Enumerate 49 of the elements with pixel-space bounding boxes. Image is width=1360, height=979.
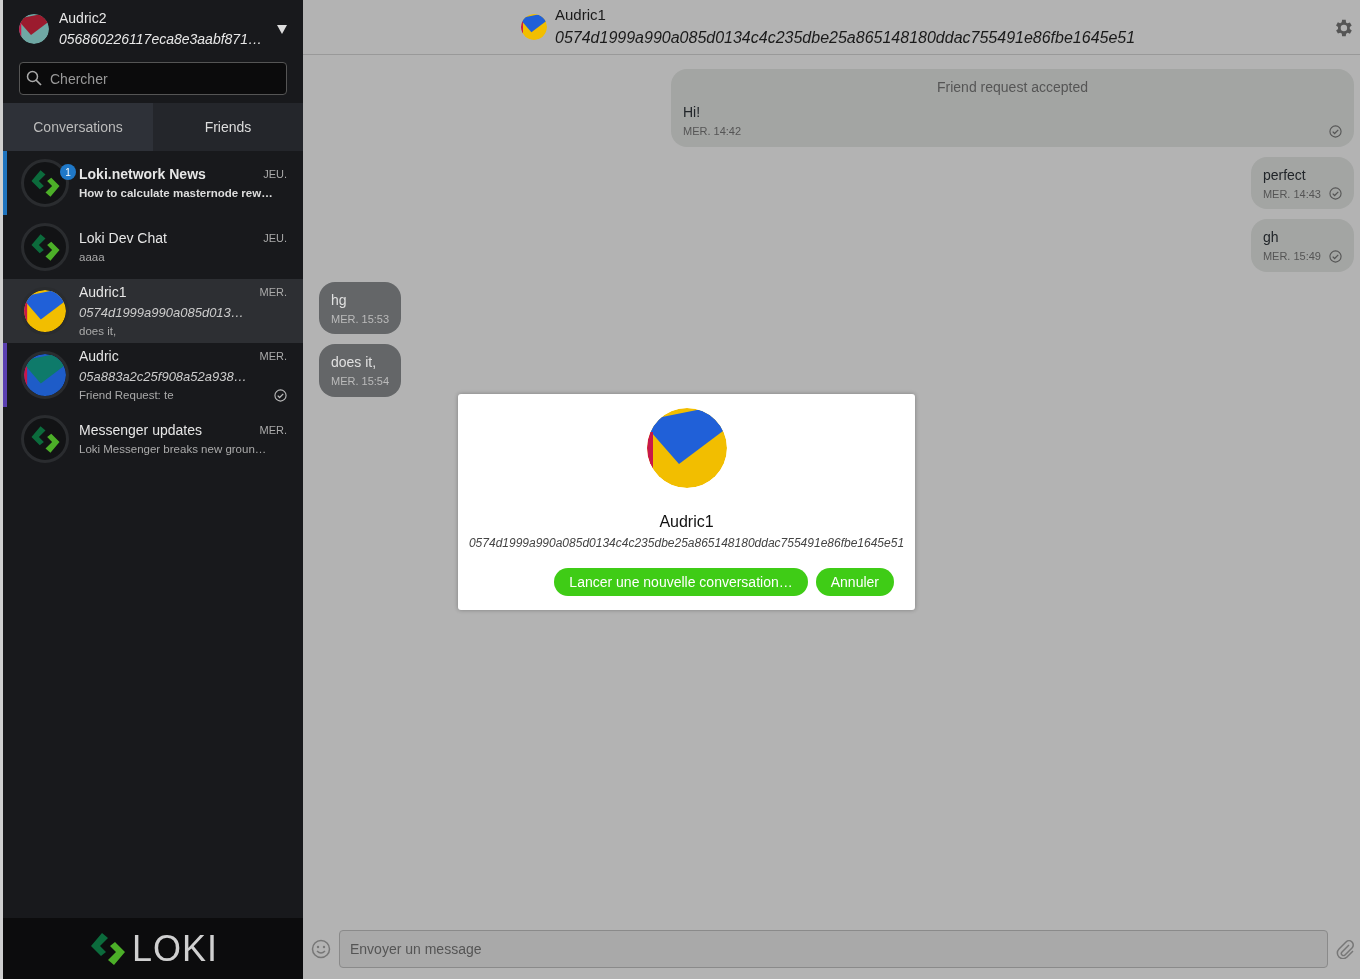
message-text: perfect	[1262, 165, 1307, 185]
contact-key: 05a883a2c25f908a52a938…	[79, 367, 287, 387]
message-field[interactable]: Envoyer un message	[339, 930, 1328, 968]
message-text: hg	[331, 290, 348, 310]
chat-title: Audric1	[555, 4, 607, 25]
timestamp: MER. 15:49	[1262, 249, 1321, 264]
contact-name: Audric	[79, 347, 119, 367]
message-preview: How to calculate masternode rew…	[79, 185, 273, 201]
unread-badge: 1	[60, 164, 76, 180]
paperclip-icon[interactable]	[1336, 939, 1354, 959]
timestamp: MER.	[259, 285, 287, 301]
system-notice: Friend request accepted	[936, 78, 1089, 97]
avatar-icon	[19, 14, 49, 44]
message-text: does it,	[331, 353, 378, 372]
timestamp: MER. 15:53	[331, 311, 390, 327]
emoji-icon[interactable]	[311, 939, 331, 959]
contact-name: Messenger updates	[79, 420, 202, 440]
timestamp: MER.	[259, 349, 287, 365]
message-preview: aaaa	[79, 249, 105, 265]
brand-name: LOKI	[131, 926, 218, 971]
avatar-icon	[24, 354, 66, 396]
message-text: Hi!	[683, 103, 702, 122]
message-preview: Friend Request: te	[79, 387, 174, 403]
message-text: gh	[1262, 228, 1280, 247]
timestamp: MER. 15:54	[331, 374, 390, 389]
contact-name: Loki.network News	[79, 164, 206, 184]
avatar-icon	[24, 290, 66, 332]
avatar-icon	[521, 14, 547, 40]
message-preview: Loki Messenger breaks new groun…	[79, 441, 267, 457]
contact-key: 0574d1999a990a085d0134c4c235dbe25a865148180ddac755491e86fbe1645e51	[468, 534, 905, 552]
conversation-item[interactable]: Messenger updates MER. Loki Messenger breaks new groun…	[3, 407, 303, 471]
message-preview: does it,	[79, 323, 117, 339]
chat-key: 0574d1999a990a085d0134c4c235dbe25a865148180ddac755491e86fbe1645e51	[555, 26, 1136, 51]
tab[interactable]: Conversations	[3, 103, 153, 151]
dropdown-caret-icon[interactable]	[277, 24, 287, 34]
timestamp: JEU.	[263, 231, 287, 247]
contact-key: 0574d1999a990a085d013…	[79, 303, 287, 323]
contact-name: Audric1	[659, 512, 714, 532]
timestamp: JEU.	[263, 167, 287, 183]
timestamp: MER. 14:43	[1262, 186, 1321, 202]
profile-name: Audric2	[59, 9, 108, 28]
profile-key: 056860226117eca8e3aabf871…	[59, 29, 267, 50]
contact-name: Audric1	[79, 283, 127, 303]
conversation-item[interactable]: Loki Dev Chat JEU. aaaa	[3, 215, 303, 279]
timestamp: MER. 14:42	[683, 124, 742, 139]
search-field[interactable]: Chercher	[19, 62, 287, 95]
conversation-item[interactable]: Audric1 MER. 0574d1999a990a085d013… does it,	[3, 279, 303, 343]
timestamp: MER.	[259, 423, 287, 439]
contact-name: Loki Dev Chat	[79, 228, 167, 248]
